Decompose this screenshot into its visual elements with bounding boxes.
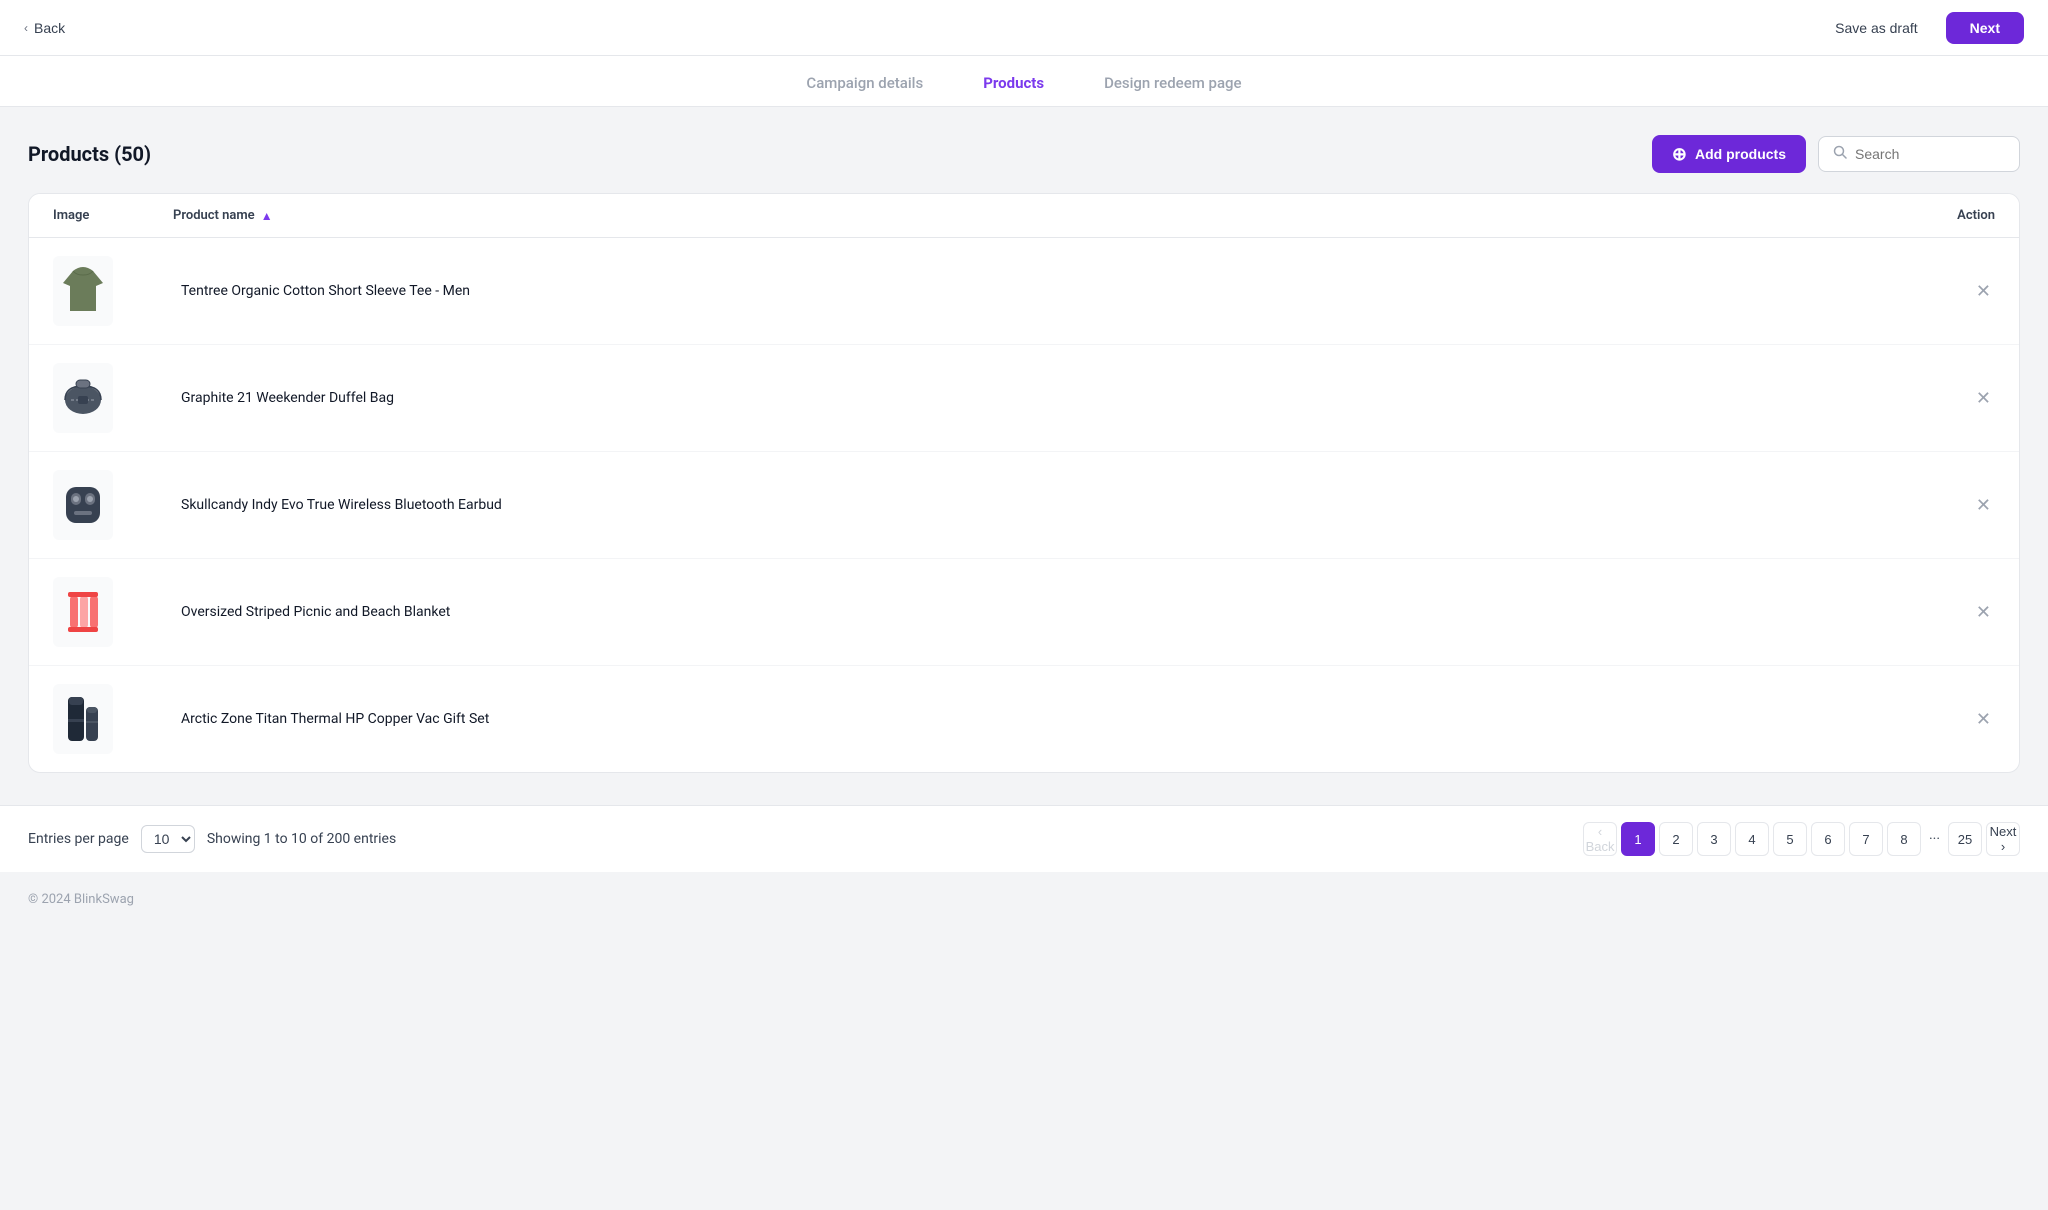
copyright-footer: © 2024 BlinkSwag [0,872,2048,927]
page-content: Products (50) ⊕ Add products Image [0,107,2048,785]
action-cell: ✕ [1972,385,1995,411]
add-products-label: Add products [1695,146,1786,162]
action-cell: ✕ [1972,599,1995,625]
copyright-text: © 2024 BlinkSwag [28,892,134,907]
products-table: Image Product name ▲ Action [28,193,2020,773]
step-campaign-details[interactable]: Campaign details [806,74,923,92]
product-image-cell [53,363,173,433]
pagination-page-6[interactable]: 6 [1811,822,1845,856]
action-cell: ✕ [1972,278,1995,304]
pagination-next-button[interactable]: Next › [1986,822,2020,856]
next-button-top[interactable]: Next [1946,12,2024,44]
table-row: Oversized Striped Picnic and Beach Blank… [29,559,2019,666]
entries-section: Entries per page 10 25 50 Showing 1 to 1… [28,825,396,853]
pagination-page-25[interactable]: 25 [1948,822,1982,856]
pagination-back-button[interactable]: ‹ Back [1583,822,1617,856]
table-row: Graphite 21 Weekender Duffel Bag ✕ [29,345,2019,452]
product-thumbnail [53,684,113,754]
step-design-redeem-page[interactable]: Design redeem page [1104,74,1242,92]
sort-icon: ▲ [261,209,273,223]
product-thumbnail [53,470,113,540]
action-cell: ✕ [1972,492,1995,518]
products-title: Products (50) [28,142,151,166]
product-thumbnail [53,256,113,326]
header-actions: ⊕ Add products [1652,135,2020,173]
product-name: Graphite 21 Weekender Duffel Bag [173,390,1972,406]
remove-product-button[interactable]: ✕ [1972,492,1995,518]
product-name: Tentree Organic Cotton Short Sleeve Tee … [173,283,1972,299]
product-name: Arctic Zone Titan Thermal HP Copper Vac … [173,711,1972,727]
product-image-cell [53,470,173,540]
product-image-cell [53,684,173,754]
entries-per-page-label: Entries per page [28,831,129,847]
product-thumbnail [53,363,113,433]
pagination-page-5[interactable]: 5 [1773,822,1807,856]
products-header: Products (50) ⊕ Add products [28,135,2020,173]
product-name: Oversized Striped Picnic and Beach Blank… [173,604,1972,620]
product-name: Skullcandy Indy Evo True Wireless Blueto… [173,497,1972,513]
save-draft-button[interactable]: Save as draft [1819,12,1934,44]
search-input[interactable] [1855,146,2005,162]
add-products-button[interactable]: ⊕ Add products [1652,135,1806,173]
product-thumbnail [53,577,113,647]
remove-product-button[interactable]: ✕ [1972,385,1995,411]
table-row: Arctic Zone Titan Thermal HP Copper Vac … [29,666,2019,772]
steps-navigation: Campaign details Products Design redeem … [0,56,2048,107]
top-bar: ‹ Back Save as draft Next [0,0,2048,56]
pagination-dots: ··· [1925,831,1944,847]
col-header-action: Action [1957,208,1995,223]
back-button[interactable]: ‹ Back [24,20,65,36]
table-header-row: Image Product name ▲ Action [29,194,2019,238]
col-header-product-name[interactable]: Product name ▲ [173,208,1957,223]
product-image-cell [53,577,173,647]
table-row: Tentree Organic Cotton Short Sleeve Tee … [29,238,2019,345]
pagination-page-4[interactable]: 4 [1735,822,1769,856]
entries-per-page-select[interactable]: 10 25 50 [141,825,195,853]
top-bar-actions: Save as draft Next [1819,12,2024,44]
back-chevron-icon: ‹ [24,21,28,35]
pagination-page-8[interactable]: 8 [1887,822,1921,856]
step-products[interactable]: Products [983,74,1044,92]
pagination-page-7[interactable]: 7 [1849,822,1883,856]
search-icon [1833,145,1847,163]
entries-info: Showing 1 to 10 of 200 entries [207,831,396,847]
pagination-page-1[interactable]: 1 [1621,822,1655,856]
product-image-cell [53,256,173,326]
remove-product-button[interactable]: ✕ [1972,278,1995,304]
page-footer: Entries per page 10 25 50 Showing 1 to 1… [0,805,2048,872]
back-label: Back [34,20,65,36]
action-cell: ✕ [1972,706,1995,732]
pagination: ‹ Back 1 2 3 4 5 6 7 8 ··· 25 Next › [1583,822,2020,856]
search-box [1818,136,2020,172]
remove-product-button[interactable]: ✕ [1972,599,1995,625]
table-row: Skullcandy Indy Evo True Wireless Blueto… [29,452,2019,559]
remove-product-button[interactable]: ✕ [1972,706,1995,732]
plus-icon: ⊕ [1672,145,1687,163]
pagination-page-2[interactable]: 2 [1659,822,1693,856]
pagination-page-3[interactable]: 3 [1697,822,1731,856]
col-header-image: Image [53,208,173,223]
